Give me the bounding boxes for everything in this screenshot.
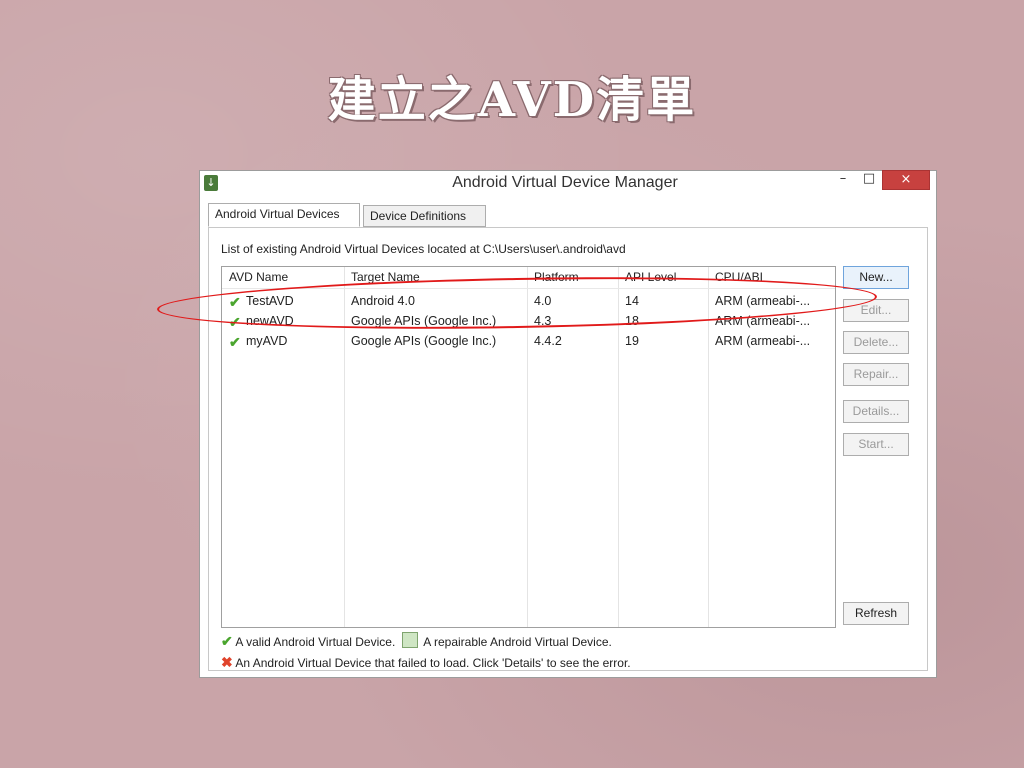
- platform-cell: 4.4.2: [534, 334, 562, 348]
- new-button[interactable]: New...: [843, 266, 909, 289]
- legend-repairable-text: A repairable Android Virtual Device.: [423, 635, 612, 649]
- table-row[interactable]: ✔ newAVD Google APIs (Google Inc.) 4.3 1…: [222, 312, 835, 332]
- start-button[interactable]: Start...: [843, 433, 909, 456]
- refresh-button[interactable]: Refresh: [843, 602, 909, 625]
- check-icon: ✔: [229, 334, 241, 350]
- check-icon: ✔: [229, 314, 241, 330]
- legend-line-valid: ✔ A valid Android Virtual Device. A repa…: [221, 632, 612, 650]
- cpu-abi-cell: ARM (armeabi-...: [715, 334, 811, 348]
- close-button[interactable]: ×: [882, 170, 930, 190]
- edit-button[interactable]: Edit...: [843, 299, 909, 322]
- cpu-abi-cell: ARM (armeabi-...: [715, 314, 811, 328]
- delete-button[interactable]: Delete...: [843, 331, 909, 354]
- avd-manager-window: ↓ Android Virtual Device Manager – □ × A…: [199, 170, 937, 678]
- legend-failed-text: An Android Virtual Device that failed to…: [235, 656, 631, 670]
- slide-title: 建立之AVD清單: [327, 72, 697, 128]
- api-level-cell: 19: [625, 334, 639, 348]
- table-row[interactable]: ✔ myAVD Google APIs (Google Inc.) 4.4.2 …: [222, 332, 835, 352]
- error-x-icon: ✖: [221, 654, 233, 670]
- platform-cell: 4.0: [534, 294, 552, 308]
- maximize-button[interactable]: □: [856, 170, 882, 190]
- avd-location-label: List of existing Android Virtual Devices…: [221, 242, 626, 256]
- header-divider: [222, 288, 835, 289]
- repairable-icon: [401, 632, 418, 648]
- api-level-cell: 18: [625, 314, 639, 328]
- avd-panel: List of existing Android Virtual Devices…: [208, 227, 928, 671]
- check-icon: ✔: [221, 633, 233, 649]
- minimize-button[interactable]: –: [830, 170, 856, 190]
- platform-cell: 4.3: [534, 314, 552, 328]
- legend-valid-text: A valid Android Virtual Device.: [235, 635, 396, 649]
- column-header-avd-name[interactable]: AVD Name: [229, 270, 288, 284]
- avd-table[interactable]: AVD Name Target Name Platform API Level …: [221, 266, 836, 628]
- repair-button[interactable]: Repair...: [843, 363, 909, 386]
- check-icon: ✔: [229, 294, 241, 310]
- column-header-api-level[interactable]: API Level: [625, 270, 676, 284]
- target-name-cell: Android 4.0: [351, 294, 415, 308]
- cpu-abi-cell: ARM (armeabi-...: [715, 294, 811, 308]
- avd-name-cell: myAVD: [246, 334, 288, 348]
- column-header-cpu-abi[interactable]: CPU/ABI: [715, 270, 763, 284]
- column-header-target-name[interactable]: Target Name: [351, 270, 420, 284]
- window-title: Android Virtual Device Manager: [452, 174, 678, 191]
- avd-name-cell: TestAVD: [246, 294, 294, 308]
- column-header-platform[interactable]: Platform: [534, 270, 579, 284]
- legend-line-failed: ✖ An Android Virtual Device that failed …: [221, 654, 631, 671]
- api-level-cell: 14: [625, 294, 639, 308]
- tab-android-virtual-devices[interactable]: Android Virtual Devices: [208, 203, 360, 227]
- target-name-cell: Google APIs (Google Inc.): [351, 314, 497, 328]
- avd-name-cell: newAVD: [246, 314, 294, 328]
- tab-device-definitions[interactable]: Device Definitions: [363, 205, 486, 227]
- title-bar[interactable]: ↓ Android Virtual Device Manager – □ ×: [200, 170, 936, 199]
- table-row[interactable]: ✔ TestAVD Android 4.0 4.0 14 ARM (armeab…: [222, 292, 835, 312]
- details-button[interactable]: Details...: [843, 400, 909, 423]
- target-name-cell: Google APIs (Google Inc.): [351, 334, 497, 348]
